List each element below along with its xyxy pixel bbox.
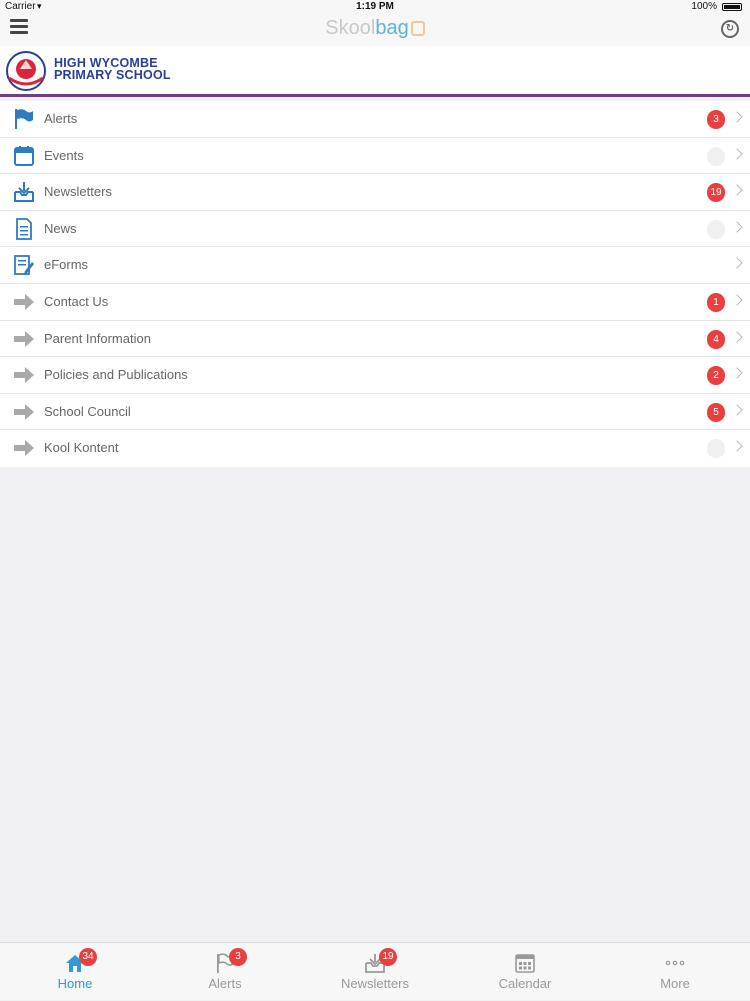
contact-us-count-badge: 1 [707, 292, 725, 312]
tab-calendar[interactable]: Calendar [450, 943, 600, 1001]
arrow-right-icon [14, 293, 34, 310]
chevron-right-icon [731, 330, 743, 343]
menu-item-parent-information[interactable]: Parent Information 4 [0, 321, 750, 358]
chevron-right-icon [731, 294, 743, 306]
form-edit-icon [14, 255, 34, 276]
app-logo: Skoolbag [0, 17, 750, 40]
policies-count-badge: 2 [707, 366, 725, 386]
bag-icon [410, 21, 425, 36]
chevron-right-icon [731, 404, 743, 416]
chevron-right-icon [731, 440, 743, 453]
chevron-right-icon [731, 221, 743, 233]
battery-label: 100% [691, 1, 717, 12]
tab-alerts[interactable]: 3 Alerts [150, 943, 300, 1001]
sync-icon[interactable]: ↻ [721, 20, 739, 38]
menu-item-policies-and-publications[interactable]: Policies and Publications 2 [0, 357, 750, 394]
menu-item-alerts[interactable]: Alerts 3 [0, 101, 750, 138]
menu-item-eforms[interactable]: eForms [0, 247, 750, 284]
calendar-icon [515, 954, 535, 973]
newsletters-tab-badge: 19 [379, 948, 397, 966]
home-tab-badge: 34 [79, 948, 97, 966]
more-dots-icon [665, 960, 685, 966]
chevron-right-icon [731, 257, 743, 270]
arrow-right-icon [14, 440, 34, 457]
document-icon [16, 217, 32, 240]
kool-kontent-count-badge [707, 439, 725, 459]
battery-icon [722, 3, 742, 11]
alerts-tab-badge: 3 [229, 948, 247, 966]
newsletters-count-badge: 19 [707, 183, 725, 203]
school-council-count-badge: 5 [707, 402, 725, 422]
school-header: HIGH WYCOMBE PRIMARY SCHOOL [0, 46, 750, 97]
menu-item-events[interactable]: Events [0, 138, 750, 175]
chevron-right-icon [731, 184, 743, 196]
chevron-right-icon [731, 367, 743, 379]
menu-item-newsletters[interactable]: Newsletters 19 [0, 174, 750, 211]
arrow-right-icon [14, 330, 34, 347]
parent-information-count-badge: 4 [707, 329, 725, 349]
tab-home[interactable]: 34 Home [0, 943, 150, 1001]
chevron-right-icon [731, 111, 743, 123]
news-count-badge [707, 219, 725, 239]
school-crest-logo [6, 51, 46, 91]
flag-icon [15, 109, 33, 129]
chevron-right-icon [731, 147, 743, 160]
arrow-right-icon [14, 403, 34, 420]
tab-more[interactable]: More [600, 943, 750, 1001]
menu-item-kool-kontent[interactable]: Kool Kontent [0, 430, 750, 467]
menu-item-news[interactable]: News [0, 211, 750, 248]
tab-newsletters[interactable]: 19 Newsletters [300, 943, 450, 1001]
arrow-right-icon [14, 367, 34, 384]
menu-item-school-council[interactable]: School Council 5 [0, 394, 750, 431]
calendar-icon [14, 145, 34, 166]
tab-bar: 34 Home 3 Alerts 19 Newsletters Calendar… [0, 942, 750, 1000]
alerts-count-badge: 3 [707, 110, 725, 129]
menu-item-contact-us[interactable]: Contact Us 1 [0, 284, 750, 321]
school-name: HIGH WYCOMBE PRIMARY SCHOOL [54, 56, 171, 82]
events-count-badge [707, 146, 725, 166]
menu-list: Alerts 3 Events Newsletters 19 News eFor… [0, 101, 750, 467]
nav-bar: Skoolbag ↻ [0, 14, 750, 46]
inbox-download-icon [14, 182, 34, 203]
status-time: 1:19 PM [356, 1, 394, 12]
status-bar: Carrier ▾ 1:19 PM 100% [0, 0, 750, 14]
